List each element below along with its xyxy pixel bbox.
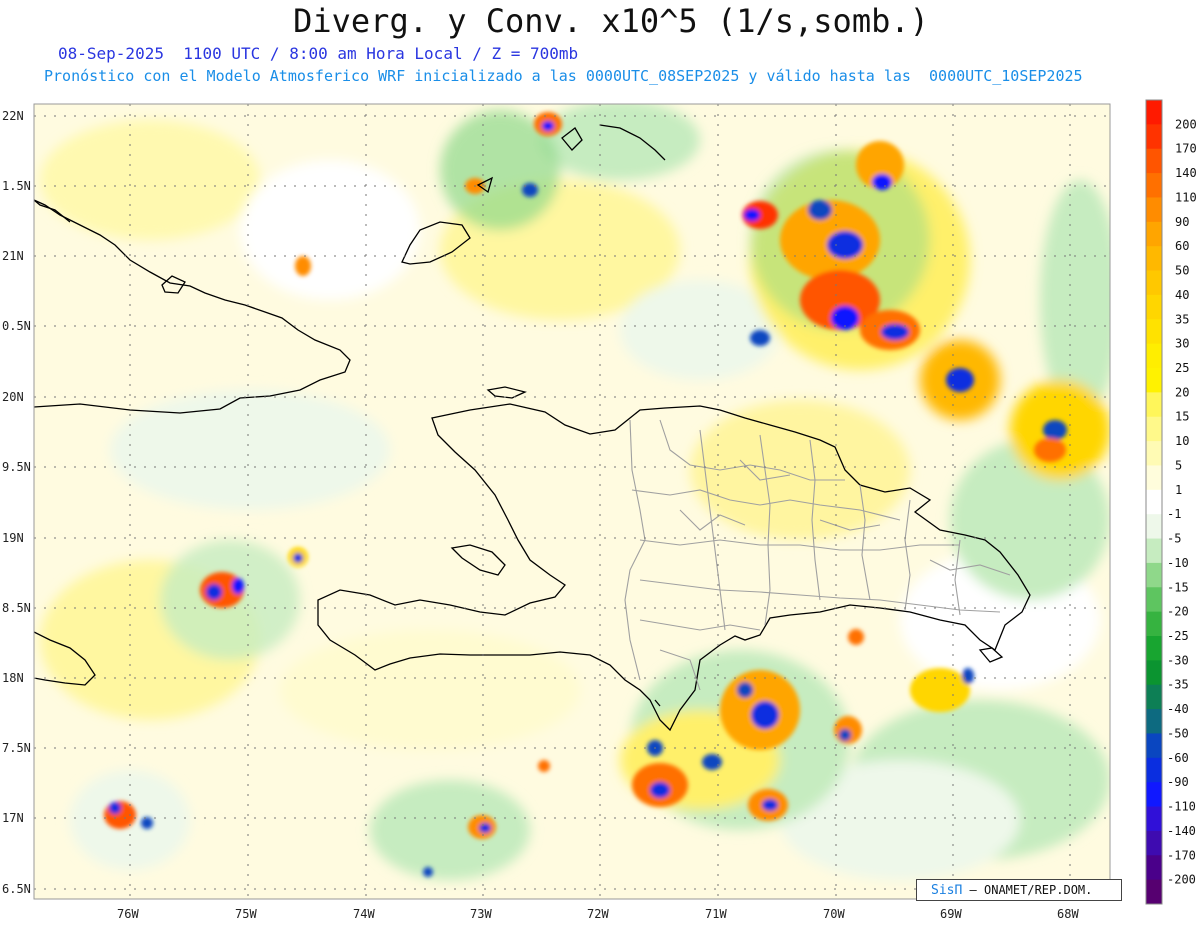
colorbar-swatch <box>1146 489 1162 515</box>
colorbar-swatch <box>1146 587 1162 613</box>
colorbar-swatch <box>1146 319 1162 345</box>
lat-label: 0.5N <box>2 319 31 333</box>
colorbar-swatches <box>1145 99 1163 905</box>
colorbar-swatch <box>1146 270 1162 296</box>
lon-label: 68W <box>1057 907 1079 921</box>
credit-box: SisΠ – ONAMET/REP.DOM. <box>916 879 1122 901</box>
lat-label: 22N <box>2 109 24 123</box>
colorbar-label: 50 <box>1175 264 1189 278</box>
colorbar-label: -5 <box>1167 532 1181 546</box>
colorbar-label: 1 <box>1175 483 1182 497</box>
colorbar-swatch <box>1146 197 1162 223</box>
colorbar-label: -110 <box>1167 800 1196 814</box>
colorbar-swatch <box>1146 124 1162 150</box>
colorbar-label: -60 <box>1167 751 1189 765</box>
colorbar-label: -1 <box>1167 507 1181 521</box>
colorbar-label: 90 <box>1175 215 1189 229</box>
colorbar-label: 25 <box>1175 361 1189 375</box>
colorbar-label: -25 <box>1167 629 1189 643</box>
colorbar-swatch <box>1146 392 1162 418</box>
longitude-axis: 76W 75W 74W 73W 72W 71W 70W 69W 68W <box>117 907 1079 921</box>
colorbar-swatch <box>1146 100 1162 125</box>
colorbar-label: 170 <box>1175 142 1197 156</box>
lat-label: 18N <box>2 671 24 685</box>
lon-label: 71W <box>705 907 727 921</box>
colorbar-label: 5 <box>1175 458 1182 472</box>
colorbar-swatch <box>1146 733 1162 759</box>
colorbar: 200 170 140 110 90 60 50 40 35 30 25 20 15 10 5 1 -1 -5 -1… <box>1145 99 1197 905</box>
colorbar-swatch <box>1146 173 1162 198</box>
colorbar-label: 110 <box>1175 190 1197 204</box>
colorbar-swatch <box>1146 514 1162 539</box>
colorbar-label: -140 <box>1167 824 1196 838</box>
colorbar-label: 10 <box>1175 434 1189 448</box>
colorbar-label: 30 <box>1175 337 1189 351</box>
colorbar-label: -40 <box>1167 702 1189 716</box>
colorbar-label: -90 <box>1167 775 1189 789</box>
lon-label: 69W <box>940 907 962 921</box>
latitude-axis: 22N 1.5N 21N 0.5N 20N 9.5N 19N 8.5N 18N … <box>2 109 31 896</box>
colorbar-swatch <box>1146 636 1162 661</box>
credit-text: – ONAMET/REP.DOM. <box>969 883 1093 897</box>
colorbar-swatch <box>1146 660 1162 686</box>
lon-label: 76W <box>117 907 139 921</box>
colorbar-swatch <box>1146 538 1162 564</box>
lat-label: 6.5N <box>2 882 31 896</box>
sispi-logo: SisΠ <box>931 883 963 898</box>
colorbar-label: 200 <box>1175 117 1197 131</box>
colorbar-swatch <box>1146 855 1162 881</box>
lat-label: 17N <box>2 811 24 825</box>
colorbar-label: 40 <box>1175 288 1189 302</box>
colorbar-label: -200 <box>1167 873 1196 887</box>
lat-label: 21N <box>2 249 24 263</box>
colorbar-swatch <box>1146 441 1162 466</box>
colorbar-label: -35 <box>1167 678 1189 692</box>
colorbar-label: -50 <box>1167 726 1189 740</box>
lat-label: 9.5N <box>2 460 31 474</box>
lon-label: 73W <box>470 907 492 921</box>
map-figure: Diverg. y Conv. x10^5 (1/s,somb.) 08-Sep… <box>0 0 1200 927</box>
colorbar-label: 20 <box>1175 385 1189 399</box>
map-canvas: 22N 1.5N 21N 0.5N 20N 9.5N 19N 8.5N 18N … <box>2 99 1197 921</box>
colorbar-swatch <box>1146 684 1162 710</box>
colorbar-label: -170 <box>1167 848 1196 862</box>
lat-label: 20N <box>2 390 24 404</box>
colorbar-label: -30 <box>1167 653 1189 667</box>
colorbar-swatch <box>1146 343 1162 369</box>
lon-label: 75W <box>235 907 257 921</box>
lon-label: 72W <box>587 907 609 921</box>
colorbar-swatch <box>1146 830 1162 856</box>
lat-label: 7.5N <box>2 741 31 755</box>
colorbar-swatch <box>1146 611 1162 637</box>
colorbar-swatch <box>1146 246 1162 271</box>
colorbar-swatch <box>1146 709 1162 734</box>
colorbar-label: 60 <box>1175 239 1189 253</box>
colorbar-label: 35 <box>1175 312 1189 326</box>
colorbar-labels: 200 170 140 110 90 60 50 40 35 30 25 20 15 10 5 1 -1 -5 -1… <box>1167 117 1197 886</box>
colorbar-label: -10 <box>1167 556 1189 570</box>
colorbar-swatch <box>1146 879 1162 905</box>
lat-label: 1.5N <box>2 179 31 193</box>
colorbar-swatch <box>1146 782 1162 807</box>
colorbar-swatch <box>1146 562 1162 588</box>
colorbar-label: -20 <box>1167 605 1189 619</box>
lat-label: 19N <box>2 531 24 545</box>
lon-label: 74W <box>353 907 375 921</box>
colorbar-swatch <box>1146 368 1162 393</box>
colorbar-swatch <box>1146 757 1162 783</box>
colorbar-label: -15 <box>1167 580 1189 594</box>
colorbar-swatch <box>1146 416 1162 442</box>
colorbar-swatch <box>1146 221 1162 247</box>
colorbar-label: 15 <box>1175 410 1189 424</box>
colorbar-label: 140 <box>1175 166 1197 180</box>
lat-label: 8.5N <box>2 601 31 615</box>
colorbar-swatch <box>1146 806 1162 832</box>
lon-label: 70W <box>823 907 845 921</box>
colorbar-swatch <box>1146 148 1162 174</box>
colorbar-swatch <box>1146 465 1162 491</box>
colorbar-swatch <box>1146 294 1162 320</box>
